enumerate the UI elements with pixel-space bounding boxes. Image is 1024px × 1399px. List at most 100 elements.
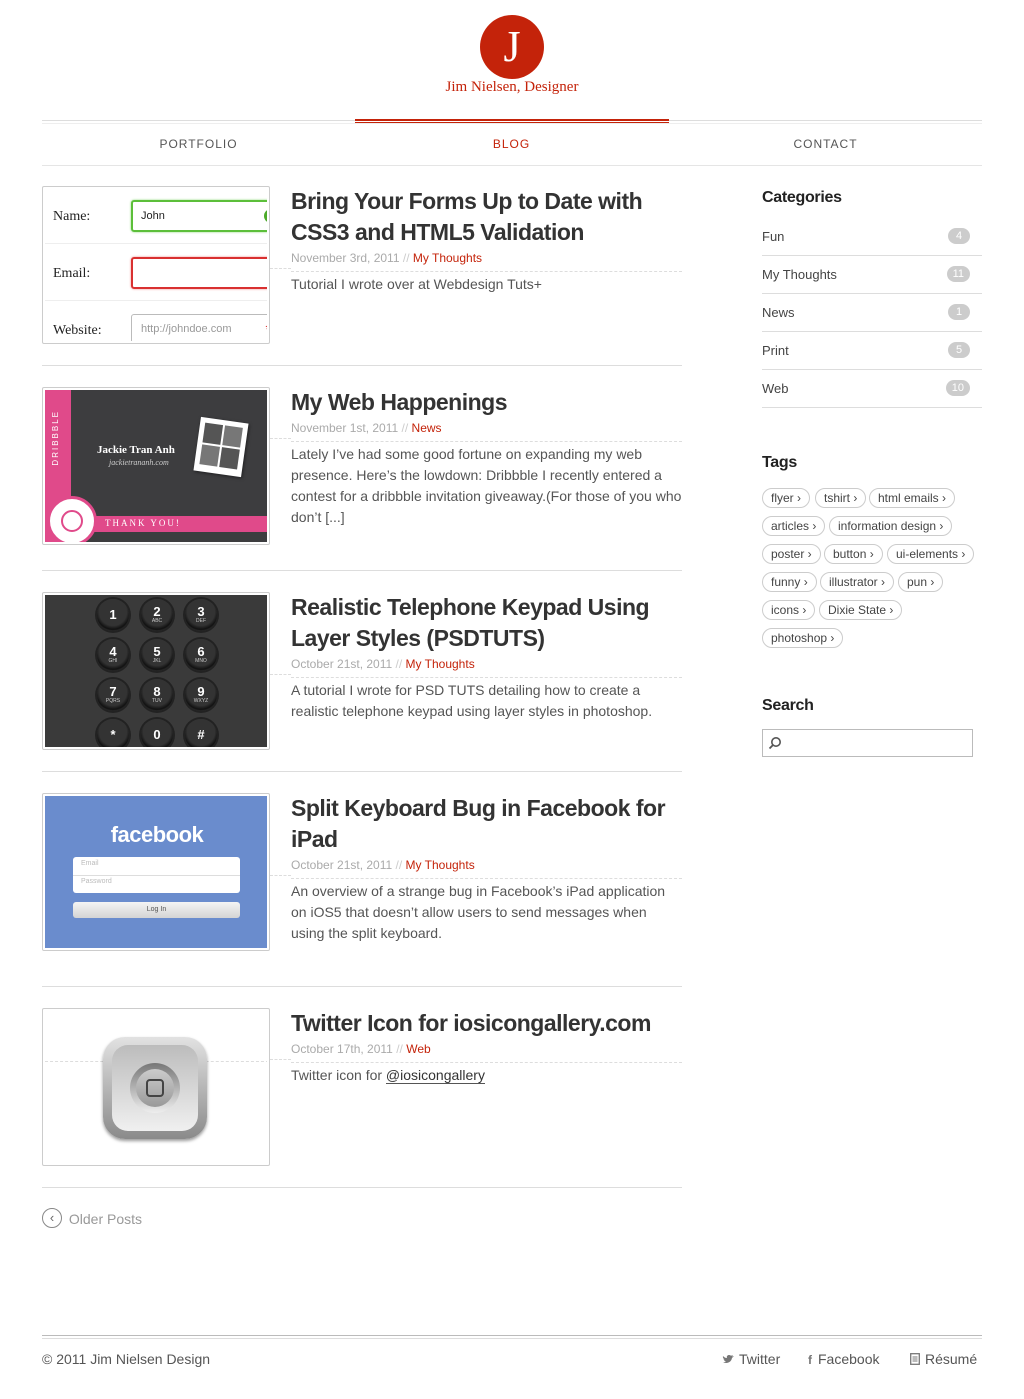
category-my-thoughts[interactable]: My Thoughts 11 (762, 256, 982, 294)
keypad-key: 4 GHI (97, 639, 129, 671)
tag-dixie-state[interactable]: Dixie State › (819, 600, 903, 620)
post-category-link[interactable]: My Thoughts (406, 657, 475, 671)
keypad-key: 5 JKL (141, 639, 173, 671)
keypad-key: 1 (97, 599, 129, 631)
tag-tshirt[interactable]: tshirt › (815, 488, 867, 508)
dribbble-side-text: DRIBBBLE (51, 410, 60, 466)
post-date: November 3rd, 2011 (291, 251, 400, 265)
tag-illustrator[interactable]: illustrator › (820, 572, 895, 592)
tag-articles[interactable]: articles › (762, 516, 826, 536)
post-excerpt: A tutorial I wrote for PSD TUTS detailin… (291, 682, 653, 719)
post-date: October 17th, 2011 (291, 1042, 393, 1056)
keypad-key: 0 (141, 719, 173, 747)
nav-active-indicator (355, 119, 669, 123)
nav-contact[interactable]: CONTACT (669, 137, 982, 151)
post-thumbnail-keypad[interactable]: 1 2 ABC 3 DEF 4 GHI 5 JKL 6 MNO 7 PQRS 8 TUV 9 WXYZ * 0 # (42, 592, 270, 750)
post-date: November 1st, 2011 (291, 421, 399, 435)
post-separator (42, 1187, 682, 1188)
post-title[interactable]: My Web Happenings (291, 387, 686, 418)
search-input[interactable] (762, 729, 973, 757)
post-thumbnail-dribbble[interactable]: DRIBBBLE THANK YOU! Jackie Tran Anh jack… (42, 387, 270, 545)
count-badge: 5 (948, 342, 970, 358)
tag-icons[interactable]: icons › (762, 600, 816, 620)
tag-button[interactable]: button › (824, 544, 883, 564)
tag-photoshop[interactable]: photoshop › (762, 628, 844, 648)
search-icon (768, 737, 781, 750)
tags-heading: Tags (762, 454, 797, 471)
tag-pun[interactable]: pun › (898, 572, 944, 592)
form-name-field: John ✓ (131, 200, 267, 232)
tag-html-emails[interactable]: html emails › (869, 488, 956, 508)
older-posts-link[interactable]: ‹ Older Posts (42, 1208, 142, 1230)
site-logo[interactable]: J (480, 15, 544, 79)
form-label-website: Website: (53, 323, 102, 338)
form-email-field (131, 257, 267, 289)
post-category-link[interactable]: News (412, 421, 442, 435)
copyright: © 2011 Jim Nielsen Design (42, 1351, 211, 1367)
count-badge: 11 (946, 266, 970, 282)
category-news[interactable]: News 1 (762, 294, 982, 332)
check-icon: ✓ (264, 209, 267, 223)
post-title[interactable]: Twitter Icon for iosicongallery.com (291, 1008, 686, 1039)
form-label-email: Email: (53, 266, 91, 281)
post-title[interactable]: Bring Your Forms Up to Date with CSS3 and… (291, 186, 686, 248)
required-mark: * (266, 321, 267, 337)
post-thumbnail-facebook[interactable]: facebook Email Password Log In (42, 793, 270, 951)
site-name[interactable]: Jim Nielsen, Designer (0, 79, 1024, 96)
twitter-bird-icon (722, 1355, 734, 1363)
dashed-rule (270, 268, 291, 269)
keypad-key: # (185, 719, 217, 747)
search-heading: Search (762, 697, 814, 714)
chevron-left-icon: ‹ (42, 1208, 62, 1228)
dribbble-card-url: jackietrananh.com (109, 458, 169, 467)
form-divider (45, 300, 267, 301)
count-badge: 10 (945, 380, 970, 396)
photo-icon (193, 416, 249, 478)
post-category-link[interactable]: Web (406, 1042, 430, 1056)
count-badge: 1 (948, 304, 970, 320)
footer-rule (42, 1335, 982, 1336)
category-print[interactable]: Print 5 (762, 332, 982, 370)
tag-flyer[interactable]: flyer › (762, 488, 810, 508)
post-category-link[interactable]: My Thoughts (406, 858, 475, 872)
post-category-link[interactable]: My Thoughts (413, 251, 482, 265)
iosicongallery-link[interactable]: @iosicongallery (385, 1067, 485, 1084)
nav-blog[interactable]: BLOG (355, 137, 668, 151)
post-meta: October 17th, 2011 // Web (291, 1042, 682, 1063)
post-separator (42, 365, 682, 366)
tag-poster[interactable]: poster › (762, 544, 821, 564)
category-web[interactable]: Web 10 (762, 370, 982, 408)
post-title[interactable]: Split Keyboard Bug in Facebook for iPad (291, 793, 686, 855)
post-excerpt: Twitter icon for @iosicongallery (291, 1067, 485, 1084)
footer-rule-2 (42, 1338, 982, 1339)
category-fun[interactable]: Fun 4 (762, 218, 982, 256)
post-meta: October 21st, 2011 // My Thoughts (291, 858, 682, 879)
post-thumbnail-forms[interactable]: Name: John ✓ Email: Website: http://john… (42, 186, 270, 344)
post-meta: November 3rd, 2011 // My Thoughts (291, 251, 682, 272)
tag-funny[interactable]: funny › (762, 572, 817, 592)
footer-resume-link[interactable]: Résumé (910, 1351, 977, 1367)
facebook-logo: facebook (110, 822, 204, 847)
keypad-key: 9 WXYZ (185, 679, 217, 711)
post-title[interactable]: Realistic Telephone Keypad Using Layer St… (291, 592, 686, 654)
dashed-rule (270, 674, 291, 675)
post-separator (42, 986, 682, 987)
post-meta: October 21st, 2011 // My Thoughts (291, 657, 682, 678)
dribbble-card-name: Jackie Tran Anh (97, 444, 175, 456)
dashed-rule (270, 1059, 291, 1060)
post-thumbnail-ios-icon[interactable] (42, 1008, 270, 1166)
tag-ui-elements[interactable]: ui-elements › (887, 544, 975, 564)
keypad-key: 7 PQRS (97, 679, 129, 711)
facebook-login-fields: Email Password (73, 857, 240, 893)
post-excerpt: An overview of a strange bug in Facebook… (291, 883, 666, 941)
thank-you-text: THANK YOU! (105, 518, 181, 528)
tag-information-design[interactable]: information design › (829, 516, 953, 536)
post-separator (42, 771, 682, 772)
nav-portfolio[interactable]: PORTFOLIO (42, 137, 355, 151)
form-website-placeholder: http://johndoe.com (141, 323, 232, 335)
dashed-rule (270, 875, 291, 876)
footer-twitter-link[interactable]: Twitter (722, 1351, 780, 1367)
document-icon (910, 1353, 920, 1365)
footer-facebook-link[interactable]: f Facebook (808, 1351, 879, 1367)
form-name-value: John (141, 210, 165, 222)
